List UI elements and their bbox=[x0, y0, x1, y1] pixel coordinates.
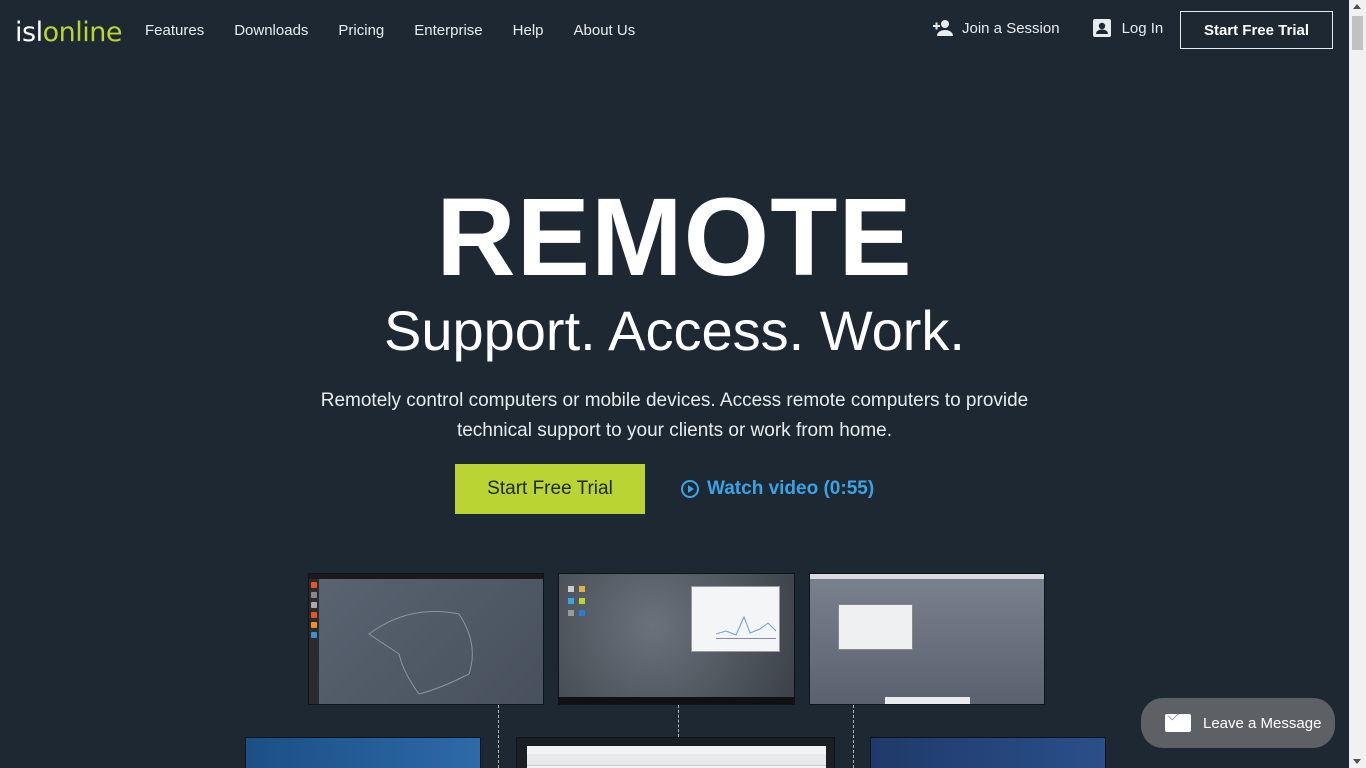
mac-desktop-screenshot bbox=[809, 573, 1045, 705]
logo[interactable]: islonline bbox=[15, 17, 122, 48]
hero-description: Remotely control computers or mobile dev… bbox=[0, 386, 1349, 446]
add-person-icon bbox=[932, 18, 954, 38]
scroll-up-icon[interactable] bbox=[1353, 4, 1361, 9]
scrollbar[interactable] bbox=[1349, 0, 1366, 768]
connector-line bbox=[498, 705, 499, 768]
join-session-label: Join a Session bbox=[962, 19, 1060, 37]
envelope-icon bbox=[1165, 714, 1191, 732]
main-nav: Features Downloads Pricing Enterprise He… bbox=[145, 22, 665, 39]
leave-message-button[interactable]: Leave a Message bbox=[1141, 698, 1335, 748]
login-label: Log In bbox=[1121, 19, 1164, 37]
header-start-trial-button[interactable]: Start Free Trial bbox=[1180, 11, 1333, 49]
hero-desc-line-1: Remotely control computers or mobile dev… bbox=[320, 390, 1029, 411]
scroll-down-icon[interactable] bbox=[1353, 759, 1361, 764]
connector-line bbox=[853, 705, 854, 768]
nav-features[interactable]: Features bbox=[145, 22, 204, 39]
nav-downloads[interactable]: Downloads bbox=[234, 22, 308, 39]
leave-message-label: Leave a Message bbox=[1203, 714, 1322, 732]
nav-help[interactable]: Help bbox=[513, 22, 544, 39]
watch-video-label: Watch video (0:55) bbox=[707, 478, 875, 499]
hero-desc-line-2: technical support to your clients or wor… bbox=[456, 420, 893, 441]
windows-desktop-screenshot bbox=[558, 573, 795, 705]
login-link[interactable]: Log In bbox=[1092, 18, 1164, 38]
hero-subtitle: Support. Access. Work. bbox=[384, 299, 965, 362]
join-session-link[interactable]: Join a Session bbox=[932, 18, 1060, 38]
nav-enterprise[interactable]: Enterprise bbox=[414, 22, 482, 39]
ubuntu-desktop-screenshot bbox=[308, 573, 544, 705]
nav-pricing[interactable]: Pricing bbox=[338, 22, 384, 39]
start-free-trial-button[interactable]: Start Free Trial bbox=[455, 464, 645, 514]
logo-online: online bbox=[42, 17, 123, 48]
android-screenshot bbox=[245, 737, 481, 768]
account-box-icon bbox=[1092, 18, 1114, 38]
site-header: islonline Features Downloads Pricing Ent… bbox=[0, 0, 1349, 62]
dock bbox=[885, 697, 970, 704]
finder-window bbox=[838, 604, 913, 650]
app-window bbox=[691, 586, 780, 652]
logo-isl: isl bbox=[15, 17, 43, 48]
hero-title: REMOTE bbox=[436, 176, 913, 299]
connector-line bbox=[678, 705, 679, 737]
play-circle-icon bbox=[681, 480, 699, 498]
account-links: Join a Session Log In bbox=[932, 18, 1163, 38]
tablet-screenshot bbox=[870, 737, 1106, 768]
taskbar bbox=[559, 697, 794, 704]
scroll-thumb[interactable] bbox=[1352, 16, 1363, 50]
nav-about-us[interactable]: About Us bbox=[574, 22, 636, 39]
watch-video-link[interactable]: Watch video (0:55) bbox=[681, 478, 874, 500]
menu-bar bbox=[810, 574, 1044, 579]
isl-session-screenshot bbox=[516, 737, 835, 768]
